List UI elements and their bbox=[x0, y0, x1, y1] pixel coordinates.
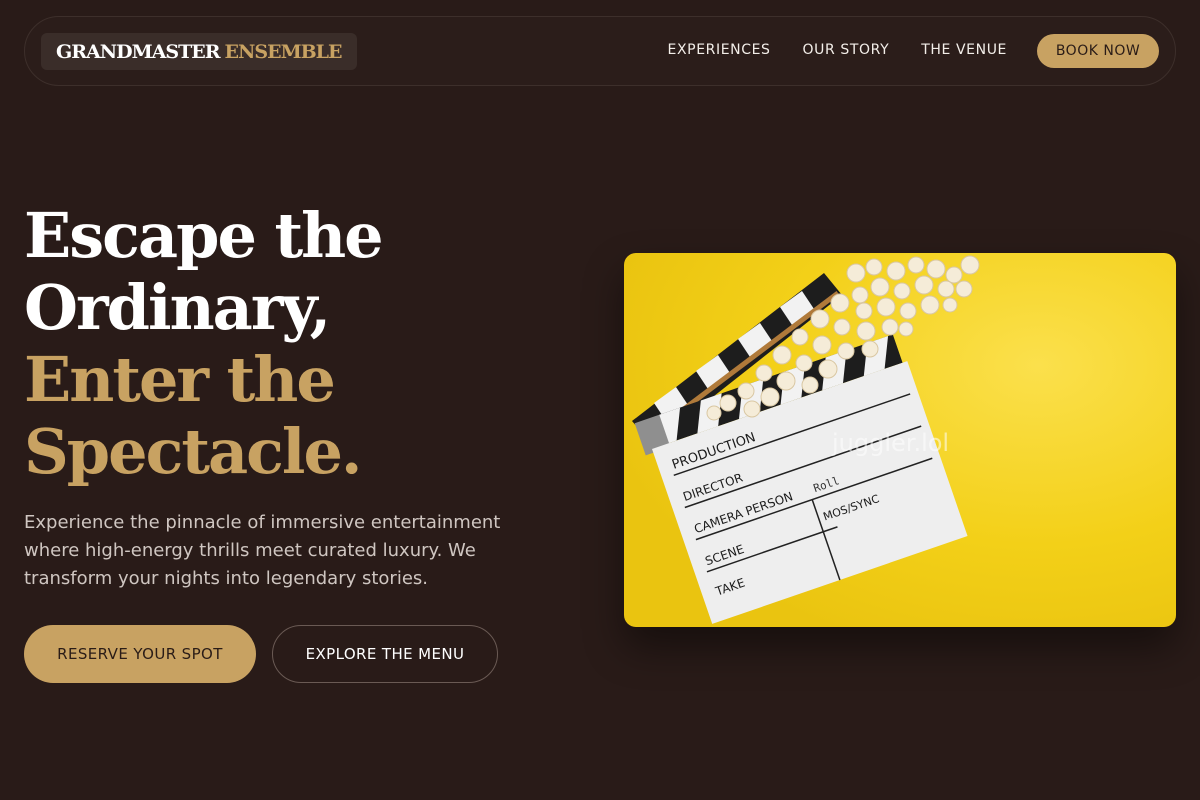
hero-image: PRODUCTION DIRECTOR CAMERA PERSON Roll S… bbox=[624, 253, 1176, 627]
brand-name-primary: GRANDMASTER bbox=[56, 40, 221, 63]
hero-headline: Escape the Ordinary, Enter the Spectacle… bbox=[24, 199, 384, 488]
book-now-button[interactable]: BOOK NOW bbox=[1037, 34, 1159, 68]
headline-line-4: Spectacle. bbox=[24, 415, 362, 488]
headline-line-2: Ordinary, bbox=[24, 271, 331, 344]
clapperboard-popcorn-illustration: PRODUCTION DIRECTOR CAMERA PERSON Roll S… bbox=[624, 253, 1176, 627]
nav-links: EXPERIENCES OUR STORY THE VENUE bbox=[668, 42, 1007, 58]
watermark-text: juggler.lol bbox=[831, 429, 949, 457]
headline-line-3: Enter the bbox=[24, 343, 336, 416]
explore-menu-button[interactable]: EXPLORE THE MENU bbox=[272, 625, 498, 683]
nav-link-our-story[interactable]: OUR STORY bbox=[803, 42, 890, 58]
nav-bar: GRANDMASTER ENSEMBLE EXPERIENCES OUR STO… bbox=[24, 16, 1176, 86]
hero-description: Experience the pinnacle of immersive ent… bbox=[24, 512, 501, 589]
reserve-spot-button[interactable]: RESERVE YOUR SPOT bbox=[24, 625, 256, 683]
brand-logo[interactable]: GRANDMASTER ENSEMBLE bbox=[41, 33, 357, 70]
brand-name-accent: ENSEMBLE bbox=[224, 40, 343, 63]
nav-link-the-venue[interactable]: THE VENUE bbox=[921, 42, 1007, 58]
nav-link-experiences[interactable]: EXPERIENCES bbox=[668, 42, 771, 58]
headline-line-1: Escape the bbox=[24, 199, 384, 272]
